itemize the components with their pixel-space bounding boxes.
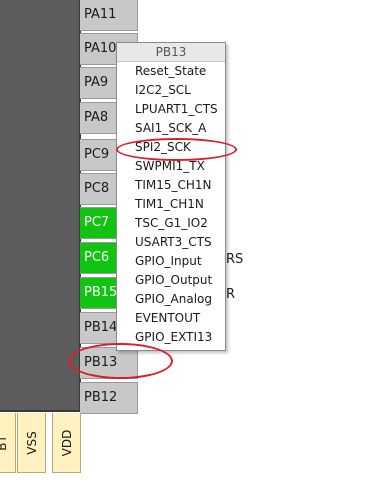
menu-item-eventout[interactable]: EVENTOUT bbox=[117, 309, 225, 328]
pin-bottom-bt-label: BT bbox=[0, 434, 9, 451]
pin-bottom-vdd[interactable]: VDD bbox=[52, 413, 81, 473]
menu-item-lpuart1-cts[interactable]: LPUART1_CTS bbox=[117, 100, 225, 119]
pin-pb12[interactable]: PB12 bbox=[80, 382, 138, 414]
pin-signal-label-r: R bbox=[226, 287, 236, 302]
pin-signal-label-rs: RS bbox=[226, 252, 244, 267]
menu-title: PB13 bbox=[117, 43, 225, 62]
menu-item-usart3-cts[interactable]: USART3_CTS bbox=[117, 233, 225, 252]
menu-item-gpio-output[interactable]: GPIO_Output bbox=[117, 271, 225, 290]
menu-item-gpio-input[interactable]: GPIO_Input bbox=[117, 252, 225, 271]
menu-item-reset-state[interactable]: Reset_State bbox=[117, 62, 225, 81]
pin-bottom-vss-label: VSS bbox=[24, 430, 39, 455]
menu-item-tsc-g1-io2[interactable]: TSC_G1_IO2 bbox=[117, 214, 225, 233]
pin-pa11[interactable]: PA11 bbox=[80, 0, 138, 31]
pb13-highlight-ellipse bbox=[68, 343, 173, 379]
pin-function-menu: PB13 Reset_State I2C2_SCL LPUART1_CTS SA… bbox=[116, 42, 226, 351]
menu-item-i2c2-scl[interactable]: I2C2_SCL bbox=[117, 81, 225, 100]
mcu-chip-body bbox=[0, 0, 81, 412]
menu-item-tim1-ch1n[interactable]: TIM1_CH1N bbox=[117, 195, 225, 214]
pin-bottom-bt[interactable]: BT bbox=[0, 413, 16, 473]
pin-bottom-vss[interactable]: VSS bbox=[17, 413, 46, 473]
menu-item-sai1-sck-a[interactable]: SAI1_SCK_A bbox=[117, 119, 225, 138]
spi2-sck-highlight-ellipse bbox=[116, 138, 237, 161]
pin-bottom-vdd-label: VDD bbox=[59, 429, 74, 456]
menu-item-gpio-analog[interactable]: GPIO_Analog bbox=[117, 290, 225, 309]
menu-item-tim15-ch1n[interactable]: TIM15_CH1N bbox=[117, 176, 225, 195]
